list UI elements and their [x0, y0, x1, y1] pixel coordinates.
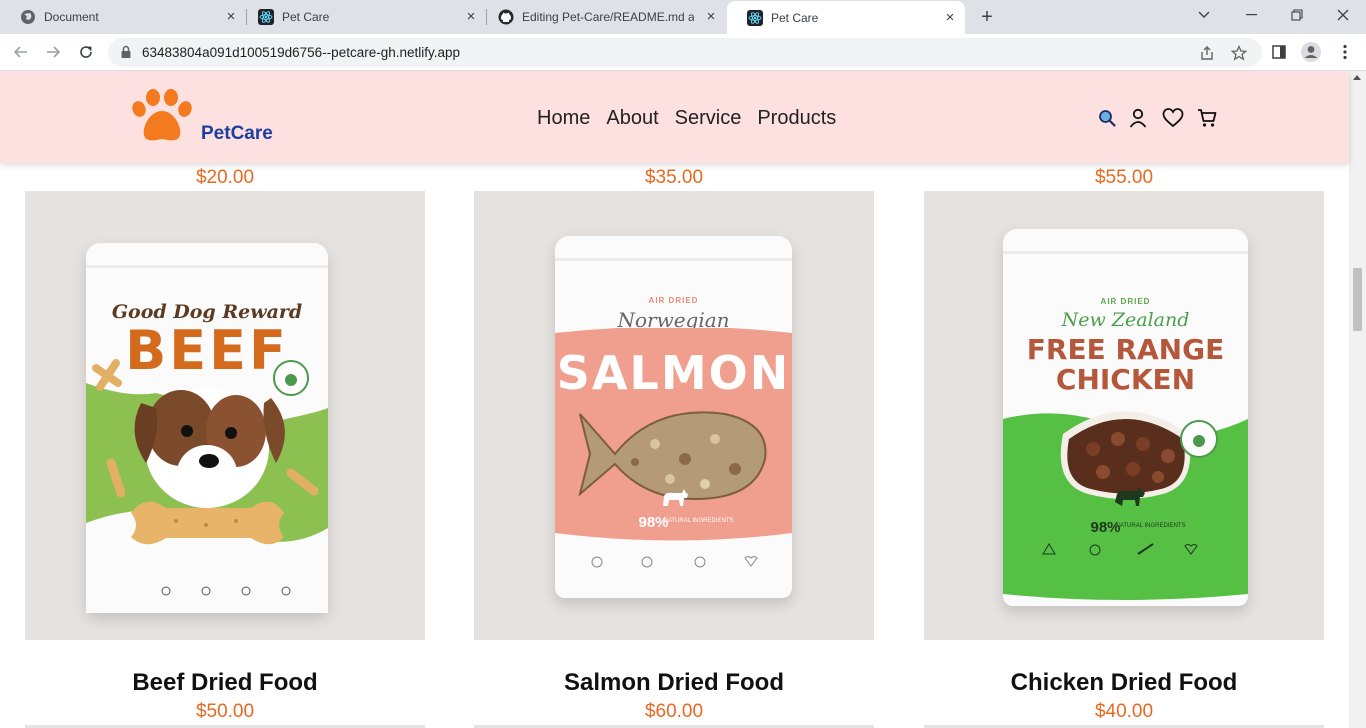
pack-note: NATURAL INGREDIENTS [1115, 523, 1186, 529]
pack-title: SALMON [556, 346, 791, 400]
back-button[interactable] [9, 40, 33, 64]
pack-note: NATURAL INGREDIENTS [663, 518, 734, 524]
close-window-button[interactable] [1320, 0, 1366, 30]
nav-about[interactable]: About [606, 107, 658, 130]
globe-icon [20, 9, 36, 25]
browser-toolbar: 63483804a091d100519d6756--petcare-gh.net… [0, 34, 1366, 71]
product-price: $60.00 [644, 701, 704, 722]
browser-tab-document[interactable]: Document × [0, 0, 246, 34]
tab-search-button[interactable] [1181, 0, 1227, 30]
product-price: $20.00 [195, 167, 255, 188]
chicken-pouch: AIR DRIED New Zealand FREE RANGE CHICKEN [1003, 229, 1248, 606]
page-viewport: PetCare Home About Service Products $20.… [0, 71, 1366, 728]
product-name[interactable]: Salmon Dried Food [474, 669, 874, 697]
scroll-up-arrow-icon[interactable] [1353, 75, 1361, 80]
product-price: $40.00 [1094, 701, 1154, 722]
search-icon[interactable] [1097, 107, 1117, 129]
close-icon[interactable]: × [464, 9, 478, 24]
bookmark-star-icon[interactable] [1230, 44, 1248, 62]
minimize-button[interactable] [1228, 0, 1274, 30]
pack-title: FREE RANGE [1026, 333, 1225, 366]
nav-products[interactable]: Products [757, 107, 836, 130]
pack-label: AIR DRIED [648, 296, 699, 305]
browser-tab-petcare-active[interactable]: Pet Care × [727, 1, 965, 34]
tab-title: Editing Pet-Care/README.md at [522, 10, 694, 24]
product-image-chicken[interactable]: AIR DRIED New Zealand FREE RANGE CHICKEN [924, 191, 1324, 640]
product-image-beef[interactable]: Good Dog Reward BEEF [25, 191, 425, 640]
tab-title: Pet Care [771, 10, 819, 25]
browser-tab-strip: Document × Pet Care × Editing Pet-Care/R… [0, 0, 1366, 34]
tab-title: Pet Care [282, 10, 330, 24]
heart-icon[interactable] [1162, 107, 1184, 129]
chicken-illustration [1003, 411, 1248, 600]
dog-illustration [86, 359, 328, 613]
new-tab-button[interactable]: + [977, 7, 997, 27]
salmon-pouch: AIR DRIED Norwegian SALMON 98% NATURAL I… [555, 236, 792, 598]
nav-service[interactable]: Service [675, 107, 742, 130]
site-header: PetCare Home About Service Products [0, 71, 1349, 163]
brand-name[interactable]: PetCare [201, 123, 273, 145]
scrollbar-thumb[interactable] [1353, 268, 1362, 331]
react-icon [747, 9, 763, 26]
reload-button[interactable] [74, 40, 98, 64]
profile-avatar[interactable] [1299, 40, 1323, 64]
page-scrollbar[interactable] [1349, 71, 1366, 728]
browser-tab-github[interactable]: Editing Pet-Care/README.md at × [478, 0, 726, 34]
main-nav: Home About Service Products [537, 107, 852, 130]
nav-home[interactable]: Home [537, 107, 590, 130]
product-price: $50.00 [195, 701, 255, 722]
product-name[interactable]: Beef Dried Food [25, 669, 425, 697]
address-bar[interactable]: 63483804a091d100519d6756--petcare-gh.net… [108, 38, 1262, 67]
feature-icons [591, 556, 758, 568]
close-icon[interactable]: × [224, 9, 238, 24]
share-icon[interactable] [1198, 44, 1216, 62]
pack-subtitle: New Zealand [1061, 309, 1190, 331]
pack-title-2: CHICKEN [1055, 363, 1196, 396]
product-price: $35.00 [644, 167, 704, 188]
close-icon[interactable]: × [943, 10, 957, 25]
browser-tab-petcare-1[interactable]: Pet Care × [238, 0, 486, 34]
cat-icon [663, 489, 688, 506]
pack-label: AIR DRIED [1100, 297, 1151, 306]
product-name[interactable]: Chicken Dried Food [924, 669, 1324, 697]
restore-button[interactable] [1274, 0, 1320, 30]
tab-title: Document [44, 10, 99, 24]
user-icon[interactable] [1128, 107, 1148, 129]
side-panel-icon[interactable] [1267, 40, 1291, 64]
product-image-salmon[interactable]: AIR DRIED Norwegian SALMON 98% NATURAL I… [474, 191, 874, 640]
github-icon [498, 9, 514, 25]
lock-icon[interactable] [120, 45, 132, 64]
cart-icon[interactable] [1197, 107, 1217, 129]
beef-pouch: Good Dog Reward BEEF [86, 243, 328, 613]
product-price: $55.00 [1094, 167, 1154, 188]
url-text: 63483804a091d100519d6756--petcare-gh.net… [142, 45, 461, 60]
react-icon [258, 9, 274, 25]
menu-kebab-icon[interactable] [1333, 40, 1357, 64]
forward-button[interactable] [41, 40, 65, 64]
close-icon[interactable]: × [704, 9, 718, 24]
paw-logo-icon[interactable] [130, 89, 194, 150]
